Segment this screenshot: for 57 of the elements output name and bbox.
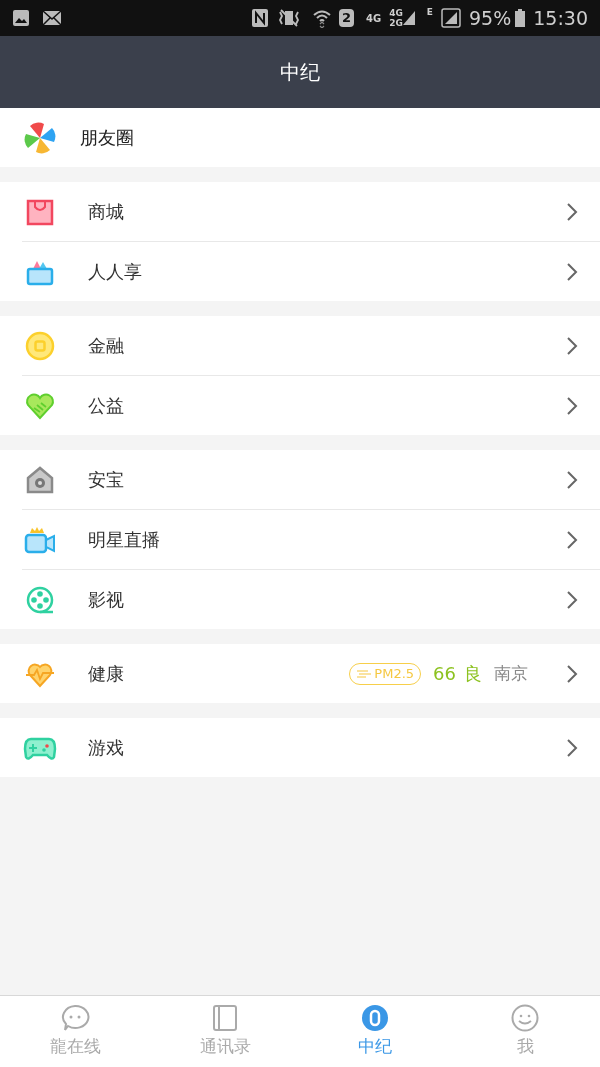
menu-item[interactable]: 金融 [22,316,600,375]
chevron-right-icon [566,469,578,490]
chevron-right-icon [566,335,578,356]
menu-item-label: 健康 [88,662,124,686]
book-icon [212,1003,238,1032]
nfc-icon [250,8,269,28]
pm25-label: PM2.5 [374,664,415,683]
menu-item[interactable]: 商城 [22,182,600,241]
menu-item-label: 明星直播 [88,528,160,552]
chevron-right-icon [566,663,578,684]
header-title: 中纪 [280,59,320,86]
wind-icon [356,668,373,679]
menu-item-label: 安宝 [88,468,124,492]
aqi-value: 66 [433,662,456,686]
menu-item[interactable]: 朋友圈 [22,108,600,167]
chat-bubble-icon [60,1003,90,1032]
house-camera-icon [25,464,55,495]
city-name: 南京 [494,661,528,685]
menu-item[interactable]: 公益 [22,376,600,435]
menu-item[interactable]: 人人享 [22,242,600,301]
smiley-icon [511,1003,539,1032]
clock: 15:30 [533,5,588,31]
network-type: E [426,6,433,19]
network-type: 2G [389,18,403,28]
mail-icon [42,10,62,26]
chevron-right-icon [566,261,578,282]
circle-logo-icon [361,1003,389,1032]
menu-item[interactable]: 安宝 [22,450,600,509]
signal-icon [441,8,461,28]
vibrate-mute-icon [276,8,301,28]
menu-item[interactable]: 游戏 [22,718,600,777]
menu-item-label: 人人享 [88,260,142,284]
network-type: 4G [366,11,382,26]
menu-item-label: 公益 [88,394,124,418]
image-icon [12,9,30,27]
film-reel-icon [25,584,55,615]
menu-item-label: 游戏 [88,736,124,760]
chevron-right-icon [566,737,578,758]
menu-item-label: 朋友圈 [80,126,134,150]
battery-percent: 95% [469,5,512,31]
menu-item-label: 商城 [88,200,124,224]
menu-item[interactable]: 影视 [22,570,600,629]
network-type: 4G [389,8,403,18]
chevron-right-icon [566,201,578,222]
signal-icon [402,11,415,25]
menu-item-label: 影视 [88,588,124,612]
chevron-right-icon [566,589,578,610]
coin-icon [25,330,55,361]
sim-number: 2 [338,9,354,27]
chevron-right-icon [566,529,578,550]
menu-item-label: 金融 [88,334,124,358]
wifi-icon [312,8,331,28]
battery-icon [515,9,526,27]
aqi-grade: 良 [464,662,482,686]
chevron-right-icon [566,395,578,416]
menu-item[interactable]: 明星直播 [22,510,600,569]
menu-item[interactable]: 健康 PM2.5 66 良 南京 [22,644,600,703]
